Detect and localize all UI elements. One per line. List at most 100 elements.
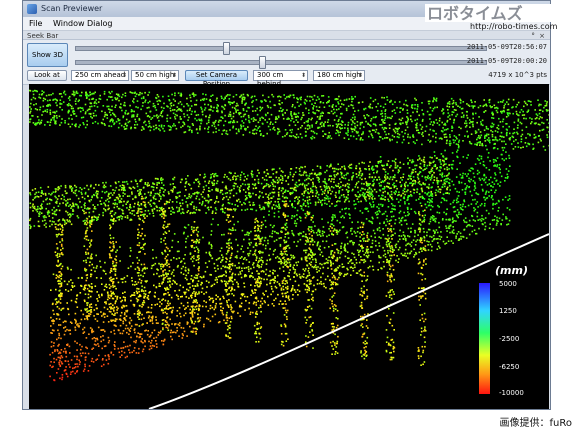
point-cloud-dot <box>190 234 193 236</box>
point-cloud-dot <box>324 188 327 190</box>
point-cloud-dot <box>155 127 157 130</box>
point-cloud-dot <box>308 177 311 180</box>
point-cloud-dot <box>197 285 199 287</box>
point-cloud-dot <box>365 168 367 171</box>
point-cloud-dot <box>192 279 195 281</box>
point-cloud-dot <box>49 225 51 228</box>
point-cloud-dot <box>310 264 312 266</box>
point-cloud-dot <box>160 198 162 200</box>
seek-slider-thumb[interactable] <box>223 42 230 55</box>
point-cloud-dot <box>266 132 268 135</box>
point-cloud-dot <box>256 220 258 222</box>
point-cloud-dot <box>86 229 88 232</box>
point-cloud-dot <box>432 129 434 132</box>
point-cloud-dot <box>494 136 497 138</box>
point-cloud-dot <box>118 216 121 219</box>
point-cloud-dot <box>63 223 66 226</box>
behind-spinbox[interactable]: 300 cm behind⬍ <box>253 70 308 88</box>
menu-window[interactable]: Window <box>53 19 85 28</box>
point-cloud-dot <box>476 138 478 141</box>
point-cloud-dot <box>396 141 398 144</box>
point-cloud-dot <box>137 281 140 284</box>
point-cloud-dot <box>260 282 262 285</box>
point-cloud-dot <box>407 142 410 144</box>
point-cloud-dot <box>484 134 486 137</box>
point-cloud-dot <box>245 198 247 200</box>
point-cloud-dot <box>517 124 519 127</box>
spin-arrows-icon[interactable]: ⬍ <box>358 71 363 80</box>
point-cloud-dot <box>132 92 134 94</box>
point-cloud-dot <box>390 280 392 283</box>
point-cloud-dot <box>199 125 201 128</box>
point-cloud-dot <box>251 132 254 135</box>
point-cloud-dot <box>278 167 281 170</box>
menu-file[interactable]: File <box>29 19 42 28</box>
point-cloud-dot <box>83 210 85 213</box>
position-slider[interactable] <box>75 60 487 65</box>
look-at-button[interactable]: Look at <box>27 70 67 81</box>
point-cloud-dot <box>169 125 171 128</box>
point-cloud-dot <box>72 202 74 205</box>
point-cloud-dot <box>210 233 212 236</box>
point-cloud-dot <box>224 192 227 195</box>
point-cloud-dot <box>122 192 124 194</box>
point-cloud-dot <box>439 247 441 249</box>
point-cloud-dot <box>112 243 115 245</box>
point-cloud-dot <box>290 192 292 194</box>
point-cloud-dot <box>107 105 110 108</box>
point-cloud-dot <box>187 104 190 107</box>
point-cloud-dot <box>61 224 63 227</box>
point-cloud-dot <box>281 136 284 138</box>
point-cloud-dot <box>140 97 143 100</box>
point-cloud-dot <box>299 170 301 172</box>
high-spinbox[interactable]: 50 cm high ⬍ <box>131 70 179 81</box>
point-cloud-dot <box>430 168 433 171</box>
point-cloud-dot <box>195 246 198 248</box>
point-cloud-dot <box>421 120 424 122</box>
point-cloud-dot <box>84 269 86 271</box>
spin-arrows-icon[interactable]: ⬍ <box>122 71 127 80</box>
point-cloud-dot <box>391 238 393 240</box>
point-cloud-dot <box>46 99 49 102</box>
point-cloud-dot <box>338 192 340 194</box>
point-cloud-dot <box>256 270 258 272</box>
point-cloud-dot <box>100 121 103 124</box>
point-cloud-dot <box>164 324 167 326</box>
ahead-spinbox[interactable]: 250 cm ahead ⬍ <box>71 70 129 81</box>
point-cloud-dot <box>177 92 180 94</box>
spin-arrows-icon[interactable]: ⬍ <box>301 71 306 80</box>
point-cloud-dot <box>283 200 286 203</box>
point-cloud-dot <box>111 194 114 196</box>
show-3d-button[interactable]: Show 3D <box>27 43 68 67</box>
point-cloud-dot <box>316 116 319 118</box>
point-cloud-dot <box>311 138 313 140</box>
menu-dialog[interactable]: Dialog <box>87 19 112 28</box>
point-cloud-dot <box>114 285 116 288</box>
point-cloud-dot <box>327 124 329 127</box>
point-cloud-dot <box>522 110 524 113</box>
point-cloud-dot <box>233 175 235 177</box>
point-cloud-dot <box>338 95 340 98</box>
spin-arrows-icon[interactable]: ⬍ <box>172 71 177 80</box>
point-cloud-dot <box>298 105 300 107</box>
point-cloud-dot <box>372 195 374 197</box>
point-cloud-dot <box>323 123 325 125</box>
point-cloud-dot <box>64 190 67 192</box>
point-cloud-dot <box>179 101 182 103</box>
point-cloud-dot <box>45 94 48 97</box>
point-cloud-dot <box>283 314 286 316</box>
set-camera-position-button[interactable]: Set Camera Position <box>185 70 248 88</box>
point-cloud-dot <box>58 301 60 303</box>
point-cloud-dot <box>122 212 125 215</box>
point-cloud-dot <box>93 105 96 107</box>
point-cloud-dot <box>409 177 411 180</box>
seek-slider[interactable] <box>75 46 487 51</box>
position-slider-thumb[interactable] <box>259 56 266 69</box>
point-cloud-dot <box>167 95 170 97</box>
camera-high-spinbox[interactable]: 180 cm high ⬍ <box>313 70 365 81</box>
point-cloud-dot <box>378 139 381 142</box>
point-cloud-viewport[interactable]: (mm) 5000 1250 -2500 -6250 -10000 <box>29 84 549 409</box>
point-cloud-dot <box>140 108 142 111</box>
point-cloud-dot <box>302 194 305 197</box>
point-cloud-dot <box>232 112 235 115</box>
